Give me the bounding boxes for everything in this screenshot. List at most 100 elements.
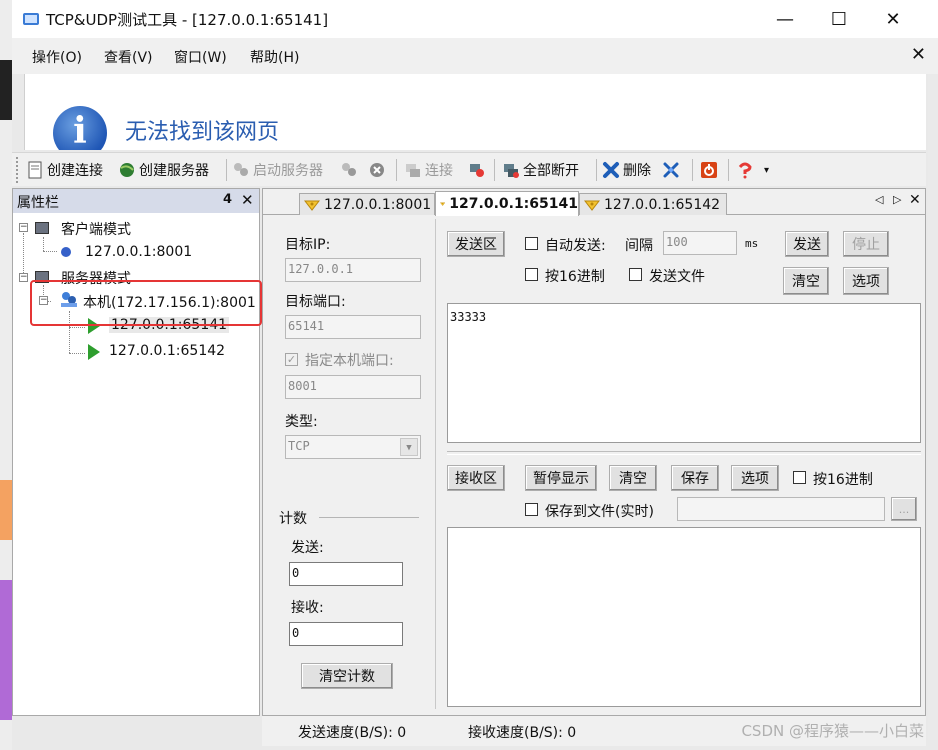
recv-count-field[interactable]: 0 xyxy=(289,622,403,646)
send-options-button[interactable]: 选项 xyxy=(843,267,889,295)
minimize-button[interactable]: — xyxy=(762,0,808,38)
error-page-panel: i 无法找到该网页 xyxy=(24,74,926,150)
connection-tab-icon xyxy=(440,202,446,206)
pause-display-button[interactable]: 暂停显示 xyxy=(525,465,597,491)
tab-conn-65141[interactable]: 127.0.0.1:65141 xyxy=(435,191,579,216)
interval-field[interactable]: 100 xyxy=(663,231,737,255)
maximize-button[interactable]: ☐ xyxy=(816,0,862,38)
save-to-file-checkbox[interactable] xyxy=(525,503,538,516)
recv-save-button[interactable]: 保存 xyxy=(671,465,719,491)
send-button[interactable]: 发送 xyxy=(785,231,829,257)
send-textarea[interactable]: 33333 xyxy=(447,303,921,443)
target-ip-field[interactable]: 127.0.0.1 xyxy=(285,258,421,282)
panel-close-button[interactable]: ✕ xyxy=(241,191,254,209)
background-window-strip xyxy=(0,480,12,540)
splitter[interactable] xyxy=(447,451,921,455)
stop-server-button[interactable] xyxy=(340,159,361,181)
disconnect-all-button[interactable]: 全部断开 xyxy=(502,159,579,181)
stop-button[interactable]: 停止 xyxy=(843,231,889,257)
save-file-path-field[interactable] xyxy=(677,497,885,521)
clear-count-button[interactable]: 清空计数 xyxy=(301,663,393,689)
local-port-label: 指定本机端口: xyxy=(305,353,394,369)
help-button[interactable] xyxy=(736,159,757,181)
tab-conn-65142[interactable]: 127.0.0.1:65142 xyxy=(579,193,727,215)
background-window-strip xyxy=(0,60,12,120)
cancel-button[interactable] xyxy=(368,159,389,181)
server-icon xyxy=(234,163,248,176)
toolbar-separator xyxy=(226,159,227,181)
type-select[interactable]: TCP ▼ xyxy=(285,435,421,459)
recv-hex-label: 按16进制 xyxy=(813,472,873,488)
pin-icon[interactable]: 𝟰 xyxy=(223,192,232,207)
menu-bar: 操作(O) 查看(V) 窗口(W) 帮助(H) ✕ xyxy=(12,38,938,74)
send-clear-button[interactable]: 清空 xyxy=(783,267,829,295)
send-file-checkbox[interactable] xyxy=(629,268,642,281)
send-count-field[interactable]: 0 xyxy=(289,562,403,586)
expander-server-mode[interactable]: − xyxy=(19,273,28,282)
target-port-field[interactable]: 65141 xyxy=(285,315,421,339)
background-window-strip xyxy=(928,40,938,740)
property-panel: 属性栏 𝟰 ✕ − 客户端模式 127.0.0.1:8001 − 服务器模式 −… xyxy=(12,188,260,716)
menu-operation[interactable]: 操作(O) xyxy=(32,47,82,67)
chevron-down-icon: ▼ xyxy=(400,438,418,456)
info-icon: i xyxy=(53,106,107,150)
recv-area-button[interactable]: 接收区 xyxy=(447,465,505,491)
delete-all-button[interactable] xyxy=(662,159,683,181)
tree-item-server-conn-2[interactable]: 127.0.0.1:65142 xyxy=(109,343,225,359)
local-port-field[interactable]: 8001 xyxy=(285,375,421,399)
tab-scroll-left-icon[interactable]: ◁ xyxy=(875,193,883,206)
connect-icon xyxy=(406,164,420,177)
tab-label: 127.0.0.1:8001 xyxy=(324,196,432,213)
recv-hex-checkbox[interactable] xyxy=(793,471,806,484)
disconnect-icon xyxy=(470,164,484,177)
property-panel-header: 属性栏 𝟰 ✕ xyxy=(13,189,259,213)
toolbar-separator xyxy=(494,159,495,181)
server-stop-icon xyxy=(342,163,356,176)
power-button[interactable] xyxy=(700,159,721,181)
cancel-circle-icon xyxy=(370,163,384,177)
disconnect-button[interactable] xyxy=(468,159,489,181)
mdi-close-button[interactable]: ✕ xyxy=(911,44,926,65)
app-icon xyxy=(23,13,39,25)
property-panel-title: 属性栏 xyxy=(17,195,59,211)
toolbar-separator xyxy=(396,159,397,181)
delete-button[interactable]: 删除 xyxy=(602,159,651,181)
create-connection-button[interactable]: 创建连接 xyxy=(26,159,103,181)
tab-conn-8001[interactable]: 127.0.0.1:8001 xyxy=(299,193,435,215)
menu-window[interactable]: 窗口(W) xyxy=(174,47,227,67)
window-title: TCP&UDP测试工具 - [127.0.0.1:65141] xyxy=(46,11,329,29)
send-hex-label: 按16进制 xyxy=(545,269,605,285)
power-icon xyxy=(701,162,717,178)
send-area-button[interactable]: 发送区 xyxy=(447,231,505,257)
watermark: CSDN @程序猿——小白菜 xyxy=(741,722,924,740)
recv-clear-button[interactable]: 清空 xyxy=(609,465,657,491)
connect-button[interactable]: 连接 xyxy=(404,159,453,181)
auto-send-checkbox[interactable] xyxy=(525,237,538,250)
tab-close-button[interactable]: ✕ xyxy=(909,192,921,208)
browse-button[interactable]: ... xyxy=(891,497,917,521)
connection-dot-icon xyxy=(61,247,71,257)
menu-help[interactable]: 帮助(H) xyxy=(250,47,299,67)
interval-label: 间隔 xyxy=(625,238,653,254)
start-server-button[interactable]: 启动服务器 xyxy=(232,159,323,181)
tree-item-client-connection[interactable]: 127.0.0.1:8001 xyxy=(85,244,192,260)
toolbar-grip[interactable] xyxy=(16,157,19,183)
menu-view[interactable]: 查看(V) xyxy=(104,47,153,67)
recv-options-button[interactable]: 选项 xyxy=(731,465,779,491)
recv-textarea[interactable] xyxy=(447,527,921,707)
local-port-checkbox[interactable]: ✓ xyxy=(285,353,298,366)
type-label: 类型: xyxy=(285,414,318,430)
title-bar: TCP&UDP测试工具 - [127.0.0.1:65141] — ☐ ✕ xyxy=(12,0,938,38)
toolbar-overflow-icon[interactable]: ▾ xyxy=(764,165,774,185)
expander-client-mode[interactable]: − xyxy=(19,223,28,232)
connection-tab-icon xyxy=(584,200,600,211)
tree-item-client-mode[interactable]: 客户端模式 xyxy=(61,219,131,239)
send-hex-checkbox[interactable] xyxy=(525,268,538,281)
close-button[interactable]: ✕ xyxy=(870,0,916,38)
help-icon xyxy=(738,162,752,179)
tab-scroll-right-icon[interactable]: ▷ xyxy=(893,193,901,206)
target-port-label: 目标端口: xyxy=(285,294,346,310)
create-server-button[interactable]: 创建服务器 xyxy=(118,159,209,181)
send-file-label: 发送文件 xyxy=(649,269,705,285)
delete-x-icon xyxy=(603,162,619,178)
